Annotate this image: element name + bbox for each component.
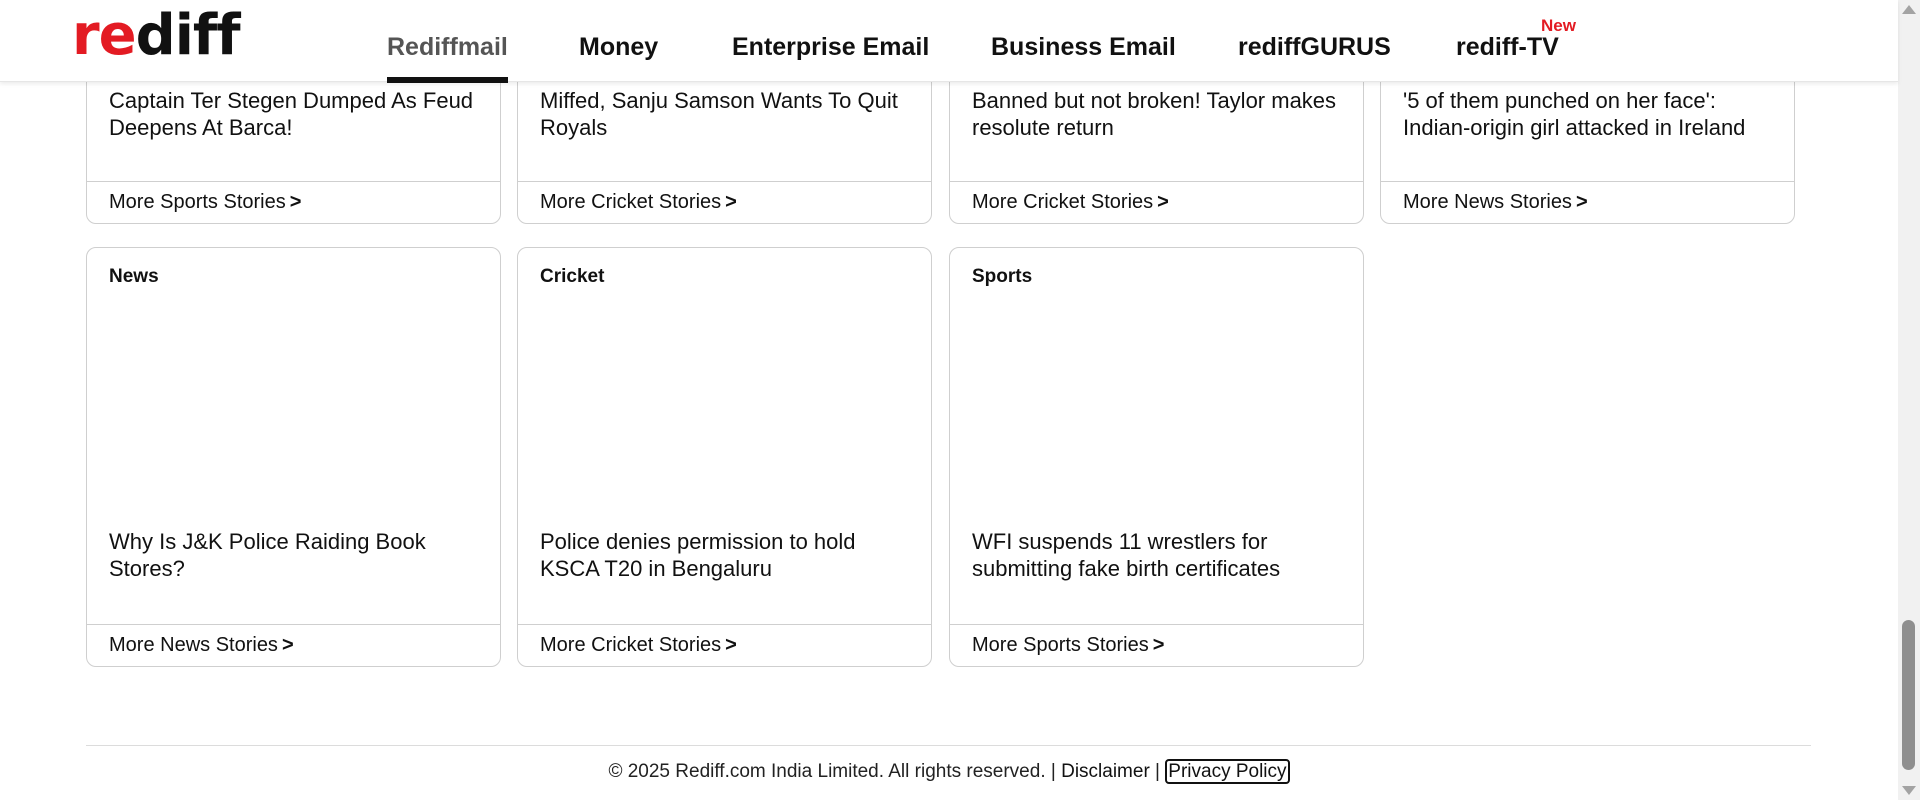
chevron-right-icon: > — [1152, 634, 1165, 656]
nav-rediff-tv[interactable]: rediff-TV — [1456, 0, 1559, 82]
card-headline[interactable]: Miffed, Sanju Samson Wants To Quit Royal… — [540, 87, 911, 141]
footer-divider — [86, 745, 1811, 746]
card-category: Sports — [972, 266, 1033, 287]
scrollbar-thumb[interactable] — [1902, 620, 1915, 770]
news-card: News Why Is J&K Police Raiding Book Stor… — [86, 247, 501, 667]
privacy-policy-link[interactable]: Privacy Policy — [1165, 759, 1290, 784]
rediff-logo[interactable]: rediff — [72, 3, 241, 68]
top-header: rediff Rediffmail Money Enterprise Email… — [0, 0, 1898, 83]
copyright-text: © 2025 Rediff.com India Limited. All rig… — [608, 761, 1062, 782]
news-card: Sports WFI suspends 11 wrestlers for sub… — [949, 247, 1364, 667]
card-category: News — [109, 266, 159, 287]
more-label: More Cricket Stories — [972, 191, 1154, 213]
card-headline[interactable]: Captain Ter Stegen Dumped As Feud Deepen… — [109, 87, 480, 141]
vertical-scrollbar[interactable] — [1898, 0, 1920, 800]
nav-rediffmail[interactable]: Rediffmail — [387, 0, 508, 83]
chevron-right-icon: > — [725, 191, 737, 213]
more-label: More News Stories — [109, 634, 278, 656]
chevron-right-icon: > — [289, 191, 302, 213]
more-stories-link[interactable]: More Cricket Stories > — [518, 181, 931, 223]
chevron-right-icon: > — [1575, 191, 1588, 213]
chevron-right-icon: > — [1157, 191, 1169, 213]
more-stories-link[interactable]: More Sports Stories > — [950, 624, 1363, 666]
more-label: More Sports Stories — [972, 634, 1149, 656]
card-headline[interactable]: '5 of them punched on her face': Indian-… — [1403, 87, 1774, 141]
footer: © 2025 Rediff.com India Limited. All rig… — [0, 758, 1898, 786]
more-stories-link[interactable]: More Sports Stories > — [87, 181, 500, 223]
more-label: More Sports Stories — [109, 191, 286, 213]
more-label: More News Stories — [1403, 191, 1572, 213]
nav-enterprise-email[interactable]: Enterprise Email — [732, 0, 929, 82]
disclaimer-link[interactable]: Disclaimer — [1061, 761, 1150, 782]
more-stories-link[interactable]: More News Stories > — [87, 624, 500, 666]
card-category: Cricket — [540, 266, 605, 287]
chevron-right-icon: > — [725, 634, 737, 656]
nav-money[interactable]: Money — [579, 0, 658, 82]
more-stories-link[interactable]: More News Stories > — [1381, 181, 1794, 223]
card-headline[interactable]: Banned but not broken! Taylor makes reso… — [972, 87, 1343, 141]
nav-rediffgurus[interactable]: rediffGURUS — [1238, 0, 1391, 82]
chevron-right-icon: > — [281, 634, 294, 656]
logo-part-red: re — [72, 3, 137, 68]
logo-part-dark: diff — [135, 3, 241, 68]
news-card: Cricket Police denies permission to hold… — [517, 247, 932, 667]
more-label: More Cricket Stories — [540, 634, 722, 656]
card-headline[interactable]: WFI suspends 11 wrestlers for submitting… — [972, 528, 1343, 582]
new-badge: New — [1541, 16, 1576, 35]
more-stories-link[interactable]: More Cricket Stories > — [950, 181, 1363, 223]
more-stories-link[interactable]: More Cricket Stories > — [518, 624, 931, 666]
scroll-down-arrow-icon[interactable] — [1902, 786, 1916, 795]
nav-business-email[interactable]: Business Email — [991, 0, 1176, 82]
card-headline[interactable]: Why Is J&K Police Raiding Book Stores? — [109, 528, 480, 582]
footer-separator: | — [1149, 761, 1166, 782]
more-label: More Cricket Stories — [540, 191, 722, 213]
scroll-up-arrow-icon[interactable] — [1902, 5, 1916, 14]
card-headline[interactable]: Police denies permission to hold KSCA T2… — [540, 528, 911, 582]
